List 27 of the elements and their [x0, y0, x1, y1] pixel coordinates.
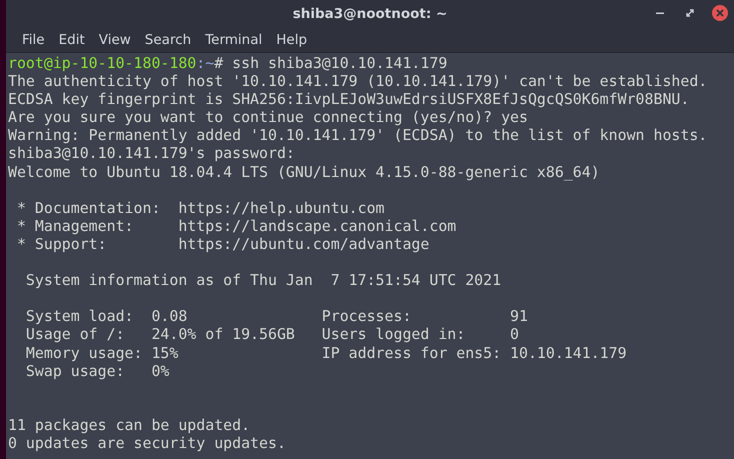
menu-item[interactable]: Search [138, 30, 198, 50]
terminal-line: System load: 0.08 Processes: 91 [24, 307, 529, 326]
terminal-line: Memory usage: 15% IP address for ens5: 10.10.141.179 [24, 344, 628, 362]
terminal-line: Are you sure you want to continue connecting (yes/no)? yes [8, 108, 529, 126]
window-title: shiba3@nootnoot: ~ [292, 6, 448, 22]
prompt-path: :~ [196, 54, 214, 72]
terminal-line: shiba3@10.10.141.179's password: [8, 144, 296, 163]
prompt-user-host: root@ip-10-10-180-180 [8, 54, 196, 72]
terminal-line: Welcome to Ubuntu 18.04.4 LTS (GNU/Linux 4.15.0-88-generic x86_64) [8, 162, 601, 181]
terminal-line: Swap usage: 0% [24, 362, 170, 380]
command-text: # ssh shiba3@10.10.141.179 [214, 54, 448, 72]
terminal-line: * Management: https://landscape.canonical.com [16, 216, 458, 235]
terminal-line: 0 updates are security updates. [8, 434, 287, 452]
menu-item[interactable]: Edit [52, 30, 92, 50]
menu-item[interactable]: View [92, 30, 138, 50]
terminal-line: * Documentation: https://help.ubuntu.com [16, 198, 386, 217]
terminal-line: * Support: https://ubuntu.com/advantage [16, 234, 430, 254]
close-icon[interactable] [712, 5, 728, 21]
menu-item[interactable]: File [15, 30, 52, 50]
menu-item[interactable]: Terminal [198, 30, 270, 50]
terminal-line: The authenticity of host '10.10.141.179 (10.10.141.179)' can't be established. [8, 72, 708, 90]
terminal-line: Warning: Permanently added '10.10.141.179' (ECDSA) to the list of known hosts. [8, 126, 708, 144]
terminal-line: ECDSA key fingerprint is SHA256:IivpLEJoW3uwEdrsiUSFX8EfJsQgcQS0K6mfWr08BNU. [8, 90, 690, 108]
terminal-line: System information as of Thu Jan 7 17:51:54 UTC 2021 [24, 271, 502, 290]
menu-item[interactable]: Help [269, 30, 314, 50]
terminal-line: Usage of /: 24.0% of 19.56GB Users logged in: 0 [24, 325, 520, 344]
terminal-line: 11 packages can be updated. [8, 416, 252, 434]
